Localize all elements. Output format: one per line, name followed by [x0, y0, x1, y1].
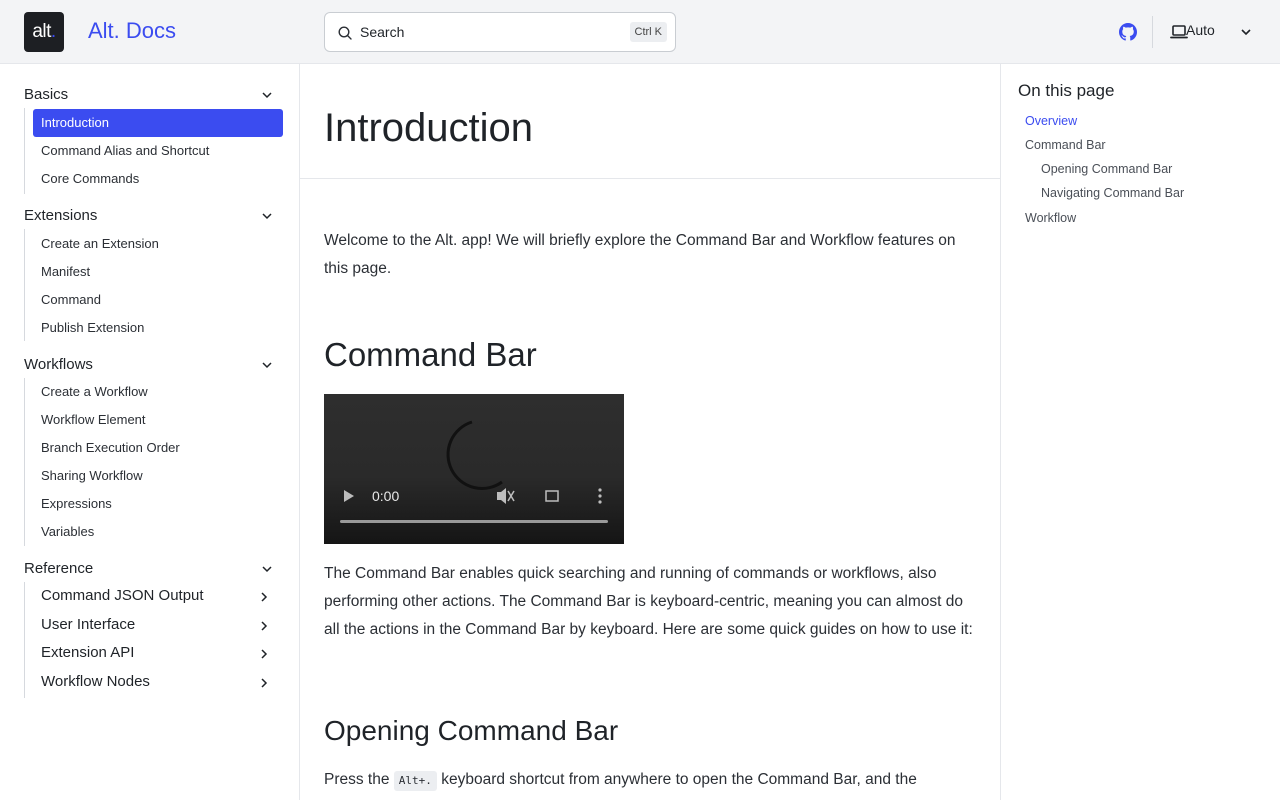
sidebar-item-label: Branch Execution Order — [41, 440, 180, 455]
chevron-down-icon — [262, 566, 272, 573]
sidebar-group-label: Extension API — [41, 644, 135, 661]
sidebar-item-branch-execution[interactable]: Branch Execution Order — [33, 434, 283, 462]
sidebar-section-extensions[interactable]: Extensions — [24, 205, 280, 227]
section-rule — [24, 378, 25, 546]
chevron-down-icon — [262, 92, 272, 99]
search-placeholder: Search — [360, 24, 405, 40]
sidebar-group-command-json-output[interactable]: Command JSON Output — [33, 583, 283, 611]
sidebar-item-label: Workflow Element — [41, 412, 146, 427]
sidebar-item-command-alias[interactable]: Command Alias and Shortcut — [33, 137, 283, 165]
section-title: Extensions — [24, 207, 98, 224]
chevron-down-icon[interactable] — [1240, 26, 1252, 38]
opening-paragraph: Press the Alt+. keyboard shortcut from a… — [324, 766, 976, 794]
sidebar-item-introduction[interactable]: Introduction — [33, 109, 283, 137]
sidebar-item-label: Variables — [41, 524, 95, 539]
opening-text-after: keyboard shortcut from anywhere to open … — [441, 771, 917, 788]
toc-item-workflow[interactable]: Workflow — [1025, 211, 1076, 225]
section-title: Basics — [24, 86, 69, 103]
theme-select[interactable]: Auto — [1186, 22, 1215, 38]
page-title: Introduction — [324, 106, 534, 150]
sidebar-item-core-commands[interactable]: Core Commands — [33, 165, 283, 193]
sidebar-item-label: Command Alias and Shortcut — [41, 143, 210, 158]
header-divider — [1152, 16, 1153, 48]
sidebar-item-publish-extension[interactable]: Publish Extension — [33, 314, 283, 342]
video-time: 0:00 — [372, 488, 400, 504]
chevron-right-icon — [261, 621, 268, 631]
sidebar-group-label: User Interface — [41, 616, 136, 633]
sidebar-group-extension-api[interactable]: Extension API — [33, 640, 283, 668]
site-logo[interactable]: alt. — [24, 12, 64, 52]
sidebar-section-reference[interactable]: Reference — [24, 558, 280, 580]
section-title: Workflows — [24, 356, 93, 373]
sidebar-item-manifest[interactable]: Manifest — [33, 258, 283, 286]
github-icon[interactable] — [1119, 23, 1137, 41]
chevron-right-icon — [261, 678, 268, 688]
video-controls — [340, 420, 608, 523]
sidebar-item-label: Expressions — [41, 496, 112, 511]
sidebar-item-sharing-workflow[interactable]: Sharing Workflow — [33, 462, 283, 490]
sidebar-nav: Basics Introduction Command Alias and Sh… — [0, 64, 300, 800]
sidebar-item-create-workflow[interactable]: Create a Workflow — [33, 378, 283, 406]
sidebar-item-label: Command — [41, 292, 101, 307]
chevron-down-icon — [262, 213, 272, 220]
logo-text: alt — [32, 21, 51, 42]
title-divider — [300, 178, 1000, 179]
sidebar-item-label: Core Commands — [41, 171, 140, 186]
chevron-right-icon — [261, 649, 268, 659]
chevron-right-icon — [261, 592, 268, 602]
section-rule — [24, 229, 25, 341]
top-header: alt. Alt. Docs Search Ctrl K Auto — [0, 0, 1280, 64]
command-bar-paragraph: The Command Bar enables quick searching … — [324, 565, 973, 638]
toc-item-command-bar[interactable]: Command Bar — [1025, 138, 1106, 152]
sidebar-item-label: Create an Extension — [41, 236, 159, 251]
sidebar-item-label: Manifest — [41, 264, 91, 279]
sidebar-item-label: Introduction — [41, 115, 109, 130]
on-this-page-toc: On this page Overview Command Bar Openin… — [1000, 64, 1280, 800]
intro-paragraph: Welcome to the Alt. app! We will briefly… — [324, 232, 956, 277]
sidebar-item-variables[interactable]: Variables — [33, 518, 283, 546]
heading-command-bar: Command Bar — [324, 336, 537, 373]
sidebar-item-label: Publish Extension — [41, 320, 145, 335]
site-title-link[interactable]: Alt. Docs — [88, 18, 176, 44]
search-icon — [338, 26, 352, 40]
chevron-down-icon — [262, 362, 272, 369]
toc-title: On this page — [1018, 81, 1115, 100]
toc-item-overview[interactable]: Overview — [1025, 114, 1077, 128]
toc-item-opening-command-bar[interactable]: Opening Command Bar — [1041, 162, 1172, 176]
sidebar-group-label: Command JSON Output — [41, 587, 204, 604]
toc-item-navigating-command-bar[interactable]: Navigating Command Bar — [1041, 186, 1184, 200]
search-input[interactable]: Search Ctrl K — [324, 12, 676, 52]
sidebar-group-user-interface[interactable]: User Interface — [33, 612, 283, 640]
heading-opening-command-bar: Opening Command Bar — [324, 715, 619, 746]
sidebar-item-workflow-element[interactable]: Workflow Element — [33, 406, 283, 434]
sidebar-section-basics[interactable]: Basics — [24, 84, 280, 106]
sidebar-item-create-extension[interactable]: Create an Extension — [33, 230, 283, 258]
video-player[interactable]: 0:00 — [324, 394, 624, 544]
search-shortcut-badge: Ctrl K — [629, 22, 667, 42]
sidebar-section-workflows[interactable]: Workflows — [24, 354, 280, 376]
sidebar-item-label: Sharing Workflow — [41, 468, 143, 483]
sidebar-item-label: Create a Workflow — [41, 384, 148, 399]
sidebar-item-command[interactable]: Command — [33, 286, 283, 314]
sidebar-group-label: Workflow Nodes — [41, 673, 150, 690]
opening-text-before: Press the — [324, 771, 390, 788]
main-content: Introduction Welcome to the Alt. app! We… — [300, 64, 1000, 800]
sidebar-group-workflow-nodes[interactable]: Workflow Nodes — [33, 669, 283, 697]
section-title: Reference — [24, 560, 94, 577]
sidebar-item-expressions[interactable]: Expressions — [33, 490, 283, 518]
section-rule — [24, 582, 25, 698]
logo-dot: . — [50, 21, 56, 42]
shortcut-code: Alt+. — [393, 771, 437, 791]
section-rule — [24, 108, 25, 194]
